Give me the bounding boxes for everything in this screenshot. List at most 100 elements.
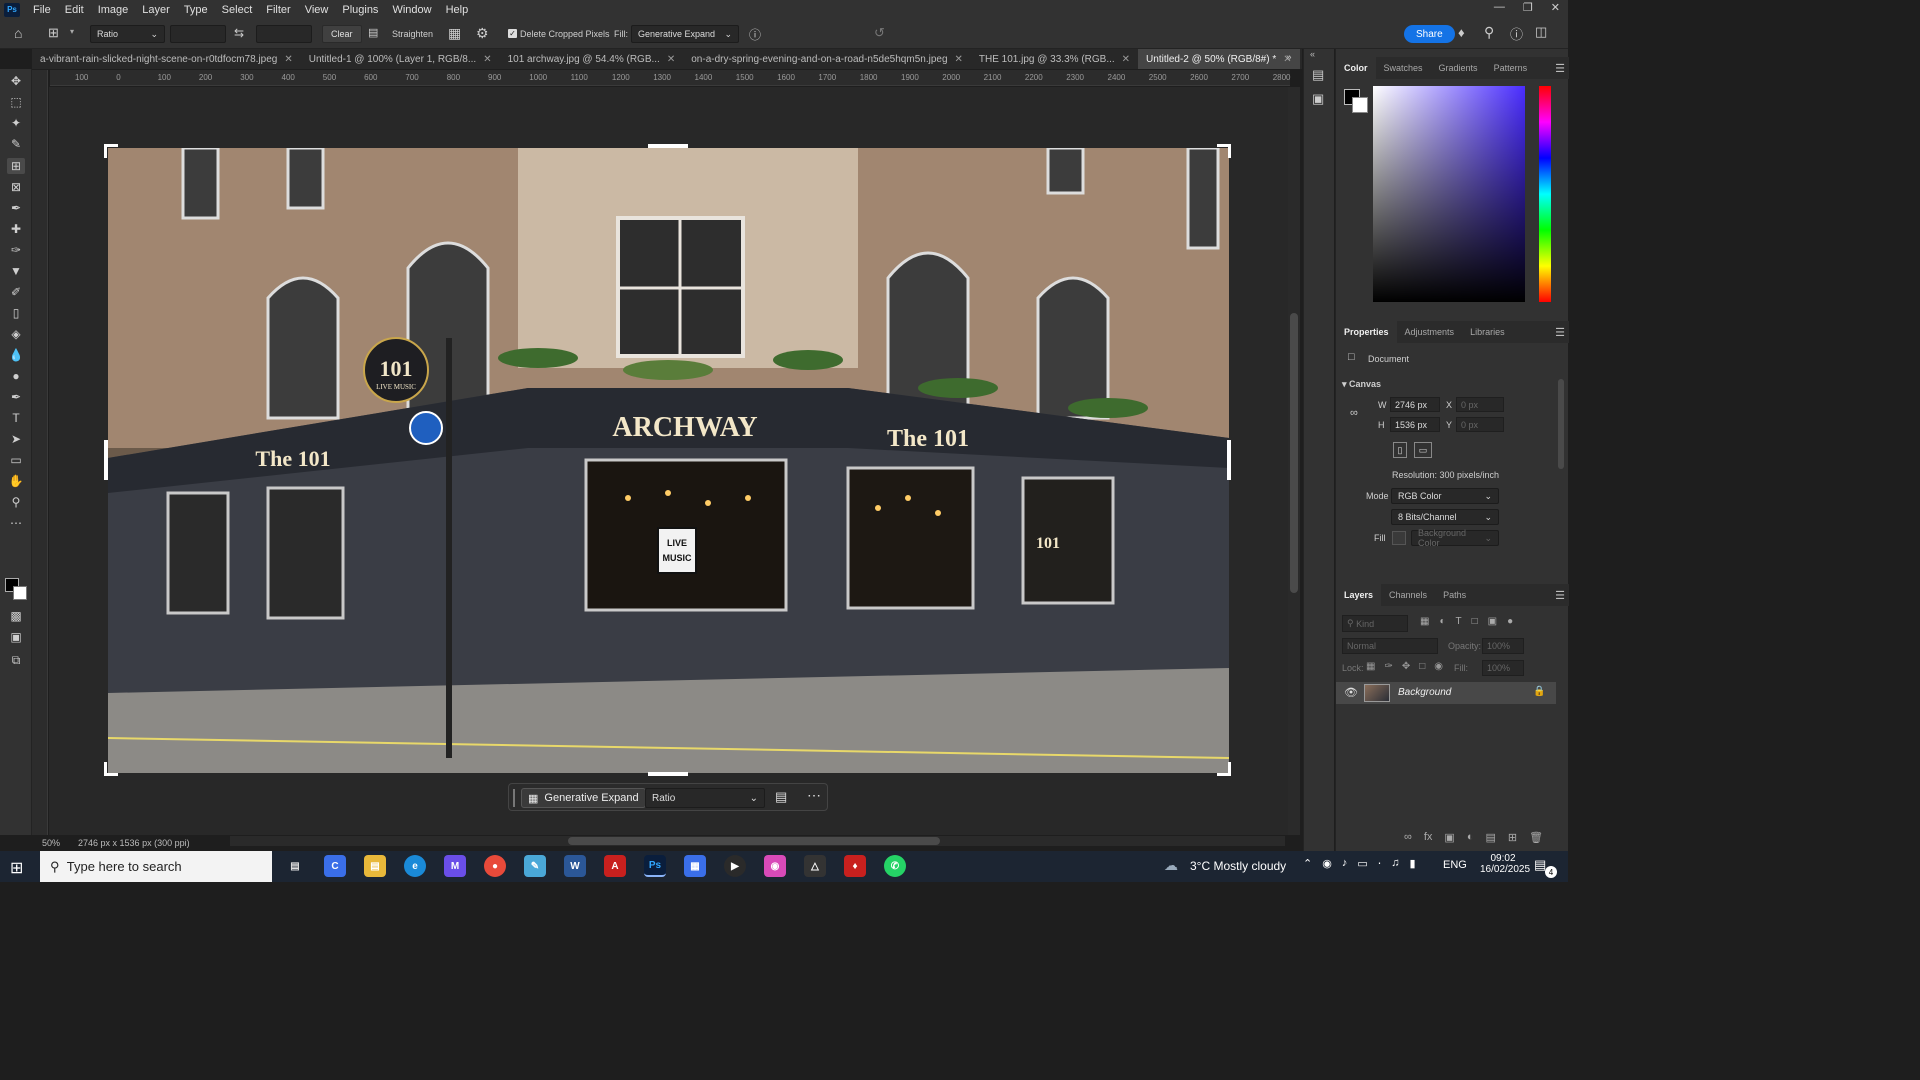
panel-menu-icon[interactable]: ☰	[1555, 589, 1565, 602]
file-explorer-icon[interactable]: ▤	[364, 855, 386, 877]
shape-filter-icon[interactable]: □	[1472, 616, 1478, 627]
link-layers-icon[interactable]: ∞	[1404, 831, 1412, 844]
tab-paths[interactable]: Paths	[1435, 584, 1474, 606]
menu-file[interactable]: File	[26, 4, 58, 16]
panel-menu-icon[interactable]: ☰	[1555, 326, 1565, 339]
photoshop-taskbar-icon[interactable]: Ps	[644, 855, 666, 877]
type-tool-icon[interactable]: T	[7, 410, 25, 426]
document-image[interactable]: 101 LIVE MUSIC ARCHWAY The 101 The 101 L…	[108, 148, 1229, 773]
clone-stamp-tool-icon[interactable]: ▼	[7, 263, 25, 279]
color-mode-dropdown[interactable]: RGB Color ⌄	[1391, 488, 1499, 504]
add-mask-icon[interactable]: ▣	[1444, 831, 1454, 844]
color-background-swatch[interactable]	[1352, 97, 1368, 113]
menu-image[interactable]: Image	[91, 4, 136, 16]
landscape-orientation-icon[interactable]: ▭	[1414, 442, 1432, 458]
more-tools-icon[interactable]: ⋯	[7, 515, 25, 531]
tab-libraries[interactable]: Libraries	[1462, 321, 1513, 343]
eraser-tool-icon[interactable]: ▯	[7, 305, 25, 321]
crop-tool-preset-icon[interactable]: ⊞	[48, 25, 59, 41]
crop-handle-bottom-right[interactable]	[1217, 762, 1231, 776]
menu-edit[interactable]: Edit	[58, 4, 91, 16]
context-ratio-dropdown[interactable]: Ratio ⌄	[645, 788, 765, 808]
zoom-level[interactable]: 50%	[42, 838, 60, 848]
taskbar-search[interactable]: ⚲ Type here to search	[40, 851, 272, 882]
tab-document-3[interactable]: 101 archway.jpg @ 54.4% (RGB... ✕	[500, 49, 684, 69]
crop-handle-top-left[interactable]	[104, 144, 118, 158]
menu-filter[interactable]: Filter	[259, 4, 297, 16]
tab-swatches[interactable]: Swatches	[1376, 57, 1431, 79]
straighten-label[interactable]: Straighten	[392, 29, 433, 39]
lock-artboard-icon[interactable]: □	[1419, 661, 1425, 672]
generative-icon[interactable]: ⧉	[7, 652, 25, 668]
layer-name[interactable]: Background	[1398, 687, 1451, 698]
grid-overlay-icon[interactable]: ▦	[448, 25, 461, 42]
windows-start-icon[interactable]: ⊞	[10, 858, 23, 878]
canvas-section-header[interactable]: ▾ Canvas	[1342, 379, 1381, 390]
reset-icon[interactable]: ↺	[874, 25, 885, 41]
canvas-width-input[interactable]: 2746 px	[1390, 397, 1440, 412]
eye-visibility-icon[interactable]: 👁	[1344, 686, 1358, 699]
tab-adjustments[interactable]: Adjustments	[1397, 321, 1463, 343]
lock-transparency-icon[interactable]: ▦	[1366, 661, 1375, 672]
canvas-height-input[interactable]: 1536 px	[1390, 417, 1440, 432]
ratio-height-input[interactable]	[256, 25, 312, 43]
object-selection-tool-icon[interactable]: ✦	[7, 115, 25, 131]
chrome-icon[interactable]: ●	[484, 855, 506, 877]
adjustment-filter-icon[interactable]: ◐	[1439, 616, 1445, 627]
search-icon[interactable]: ⚲	[1484, 24, 1494, 41]
adjustment-layer-icon[interactable]: ◐	[1467, 831, 1474, 844]
canvas-y-input[interactable]: 0 px	[1456, 417, 1504, 432]
drag-handle-icon[interactable]	[513, 789, 515, 807]
horizontal-scrollbar[interactable]	[230, 836, 1285, 846]
straighten-icon[interactable]: ▤	[368, 26, 378, 39]
document-info[interactable]: 2746 px x 1536 px (300 ppi)	[78, 838, 190, 848]
layer-row-background[interactable]: 👁 Background 🔒	[1336, 682, 1556, 704]
gear-icon[interactable]: ⚙	[476, 25, 489, 42]
dodge-tool-icon[interactable]: ●	[7, 368, 25, 384]
weather-text[interactable]: 3°C Mostly cloudy	[1190, 859, 1286, 873]
rectangle-tool-icon[interactable]: ▭	[7, 452, 25, 468]
notepad-icon[interactable]: ✎	[524, 855, 546, 877]
bell-icon[interactable]: ♦	[1458, 25, 1465, 40]
blend-mode-dropdown[interactable]: Normal	[1342, 638, 1438, 654]
tab-properties[interactable]: Properties	[1336, 321, 1397, 343]
history-icon[interactable]: ▤	[1312, 67, 1324, 83]
tab-document-5[interactable]: THE 101.jpg @ 33.3% (RGB... ✕	[971, 49, 1138, 69]
menu-help[interactable]: Help	[439, 4, 476, 16]
menu-layer[interactable]: Layer	[135, 4, 177, 16]
fill-dropdown[interactable]: Generative Expand ⌄	[631, 25, 739, 43]
chevron-down-icon[interactable]: ▾	[70, 27, 74, 36]
fill-opacity-input[interactable]: 100%	[1482, 660, 1524, 676]
quick-mask-icon[interactable]: ▩	[7, 608, 25, 624]
more-options-icon[interactable]: ⋯	[807, 787, 821, 804]
wifi-icon[interactable]: ⋅	[1378, 857, 1382, 870]
swap-icon[interactable]: ⇆	[234, 26, 244, 40]
close-icon[interactable]: ✕	[483, 54, 491, 65]
generative-expand-button[interactable]: ▦ Generative Expand	[521, 788, 646, 808]
display-icon[interactable]: ▭	[1357, 857, 1367, 870]
battery-icon[interactable]: ▮	[1409, 857, 1415, 870]
screen-mode-icon[interactable]: ▣	[7, 629, 25, 645]
tab-document-2[interactable]: Untitled-1 @ 100% (Layer 1, RGB/8... ✕	[301, 49, 500, 69]
task-view-icon[interactable]: ▤	[284, 855, 306, 877]
edge-icon[interactable]: e	[404, 855, 426, 877]
app-icon[interactable]: △	[804, 855, 826, 877]
speaker-muted-icon[interactable]: ♪	[1342, 857, 1348, 870]
opacity-input[interactable]: 100%	[1482, 638, 1524, 654]
lock-position-icon[interactable]: ✥	[1402, 661, 1410, 672]
delete-cropped-checkbox[interactable]: ✓	[508, 29, 517, 38]
filter-toggle-icon[interactable]: ●	[1507, 616, 1513, 627]
new-layer-icon[interactable]: ⊞	[1508, 831, 1517, 844]
image-filter-icon[interactable]: ▦	[1420, 616, 1429, 627]
crop-tool-icon[interactable]: ⊞	[7, 158, 25, 174]
paint-bucket-tool-icon[interactable]: ◈	[7, 326, 25, 342]
type-filter-icon[interactable]: T	[1456, 616, 1462, 627]
panel-menu-icon[interactable]: ☰	[1555, 62, 1565, 75]
new-group-icon[interactable]: ▤	[1485, 831, 1495, 844]
tab-document-4[interactable]: on-a-dry-spring-evening-and-on-a-road-n5…	[683, 49, 971, 69]
hand-tool-icon[interactable]: ✋	[7, 473, 25, 489]
language-indicator[interactable]: ENG	[1443, 859, 1467, 871]
copilot-icon[interactable]: C	[324, 855, 346, 877]
menu-type[interactable]: Type	[177, 4, 215, 16]
bit-depth-dropdown[interactable]: 8 Bits/Channel ⌄	[1391, 509, 1499, 525]
